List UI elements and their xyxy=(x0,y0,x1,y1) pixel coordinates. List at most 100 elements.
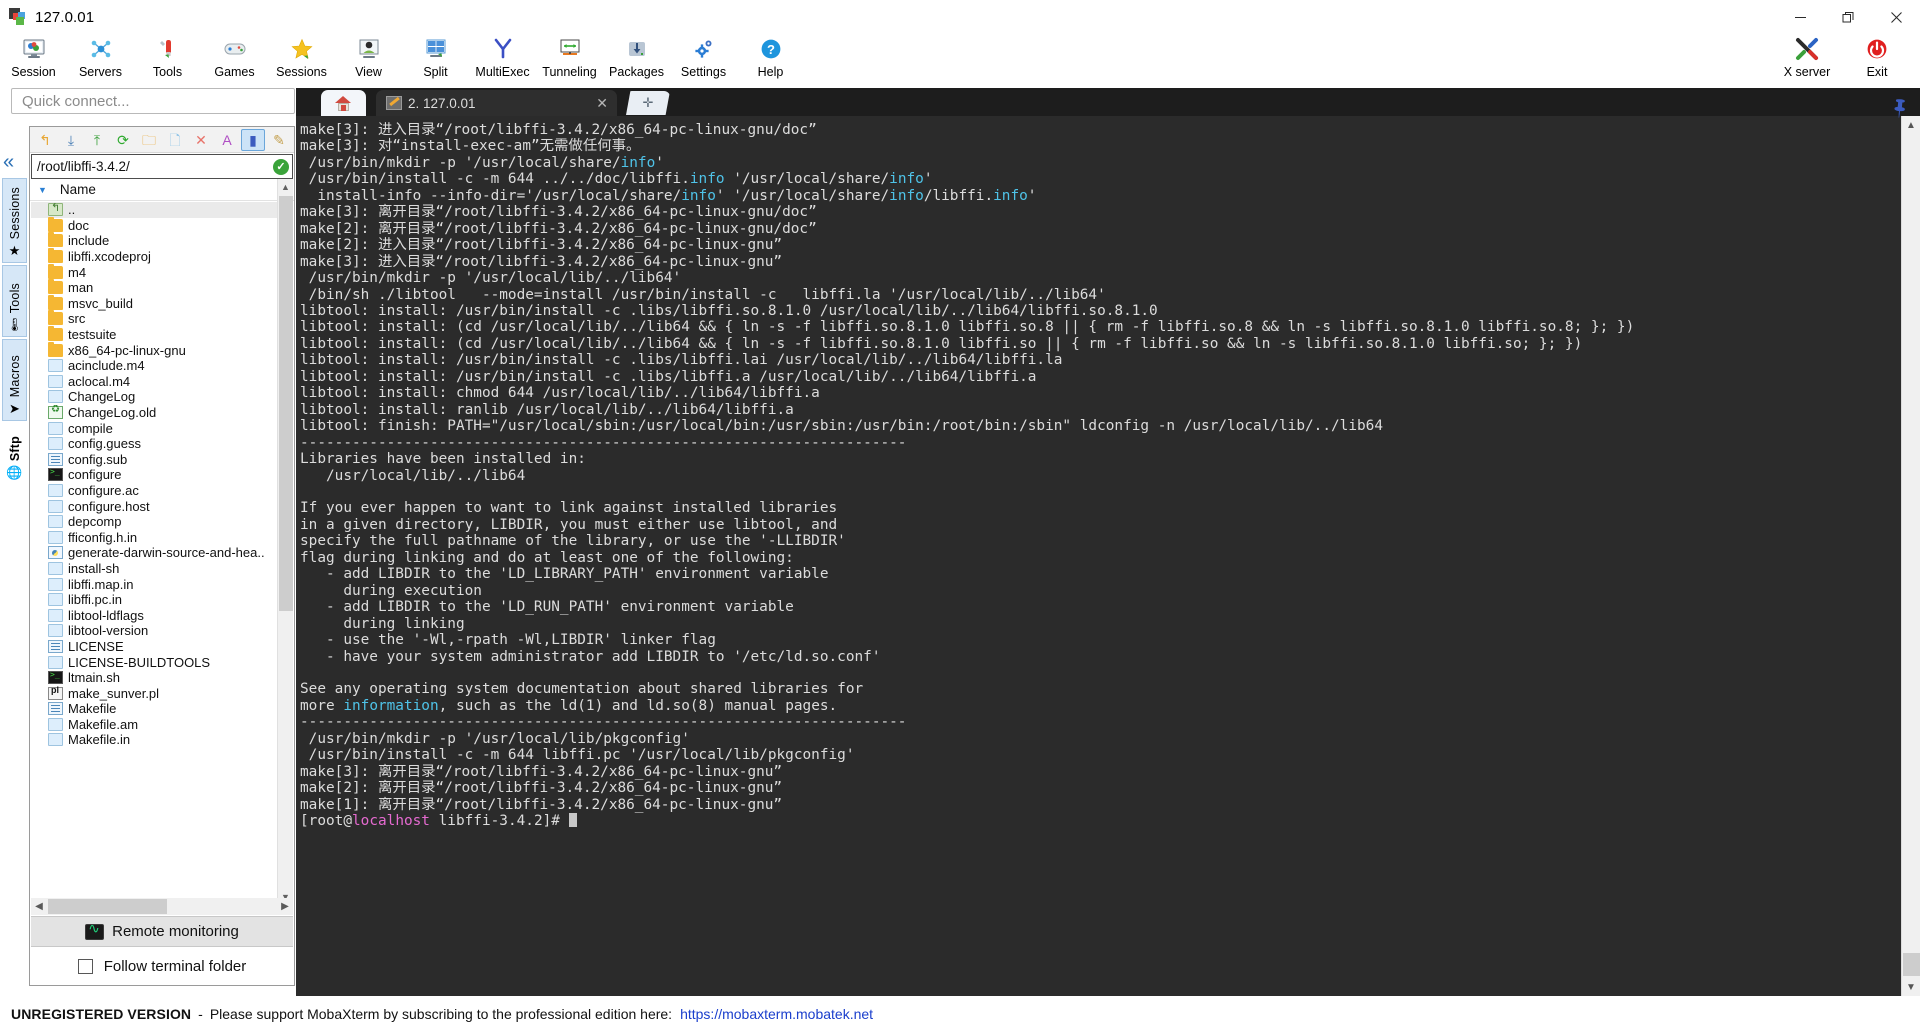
collapse-panel-icon[interactable]: « xyxy=(3,152,14,172)
file-list-item[interactable]: doc xyxy=(31,218,279,234)
file-list-item[interactable]: man xyxy=(31,280,279,296)
ribbon-button-tunneling[interactable]: Tunneling xyxy=(536,34,603,88)
ribbon-button-packages[interactable]: Packages xyxy=(603,34,670,88)
follow-terminal-folder-checkbox[interactable] xyxy=(78,959,93,974)
ribbon-button-exit[interactable]: Exit xyxy=(1842,34,1912,88)
file-list-item[interactable]: include xyxy=(31,233,279,249)
file-list-item[interactable]: msvc_build xyxy=(31,296,279,312)
file-list-item[interactable]: ChangeLog xyxy=(31,389,279,405)
terminal-cursor xyxy=(569,813,577,827)
terminal-output[interactable]: make[3]: 进入目录“/root/libffi-3.4.2/x86_64-… xyxy=(296,116,1901,996)
file-list-item[interactable]: depcomp xyxy=(31,514,279,530)
file-list-item[interactable]: Makefile.am xyxy=(31,717,279,733)
delete-icon[interactable]: ✕ xyxy=(189,129,213,151)
sftp-path-input[interactable]: /root/libffi-3.4.2/ ✓ xyxy=(31,154,293,179)
terminal-vertical-scrollbar[interactable]: ▲ ▼ xyxy=(1901,116,1920,996)
ribbon-button-servers[interactable]: Servers xyxy=(67,34,134,88)
mobaxterm-link[interactable]: https://mobaxterm.mobatek.net xyxy=(680,1006,873,1022)
ribbon-button-session[interactable]: Session xyxy=(0,34,67,88)
refresh-icon[interactable]: ⟳ xyxy=(111,129,135,151)
home-tab[interactable] xyxy=(321,90,366,116)
file-icon xyxy=(48,718,63,731)
file-list-item[interactable]: m4 xyxy=(31,264,279,280)
file-list-item[interactable]: libffi.pc.in xyxy=(31,592,279,608)
file-name: depcomp xyxy=(68,514,121,529)
text-mode-icon[interactable]: A xyxy=(215,129,239,151)
file-list-item[interactable]: configure.host xyxy=(31,498,279,514)
file-list-item[interactable]: .. xyxy=(31,202,279,218)
upload-icon[interactable]: ⤒ xyxy=(85,129,109,151)
ribbon-button-x-server[interactable]: X server xyxy=(1772,34,1842,88)
scroll-up-icon[interactable]: ▲ xyxy=(278,179,293,195)
file-list-item[interactable]: x86_64-pc-linux-gnu xyxy=(31,342,279,358)
quick-connect-input[interactable]: Quick connect... xyxy=(11,88,295,114)
terminal-text: /bin/sh ./libtool --mode=install /usr/bi… xyxy=(300,287,1106,303)
binary-mode-icon[interactable]: ▮ xyxy=(241,129,265,151)
new-file-icon[interactable]: 🗋 xyxy=(163,129,187,151)
ribbon-button-sessions[interactable]: Sessions xyxy=(268,34,335,88)
file-list-item[interactable]: config.guess xyxy=(31,436,279,452)
file-list-item[interactable]: libffi.xcodeproj xyxy=(31,249,279,265)
tab-session-127-0-0-1[interactable]: 2. 127.0.01 ✕ xyxy=(376,90,617,116)
file-list-item[interactable]: configure xyxy=(31,467,279,483)
sftp-column-header-name[interactable]: ▼ Name xyxy=(30,179,294,201)
new-tab-button[interactable]: ✛ xyxy=(626,91,670,115)
file-list-item[interactable]: LICENSE xyxy=(31,639,279,655)
file-list-item[interactable]: generate-darwin-source-and-hea.. xyxy=(31,545,279,561)
hscrollbar-thumb[interactable] xyxy=(48,899,167,914)
terminal-scroll-down-icon[interactable]: ▼ xyxy=(1902,978,1920,996)
file-list-item[interactable]: Makefile xyxy=(31,701,279,717)
sidebar-item-tools[interactable]: 🌡 Tools xyxy=(2,265,27,337)
sidebar-item-sessions[interactable]: ★ Sessions xyxy=(2,178,27,263)
ribbon-button-games[interactable]: Games xyxy=(201,34,268,88)
terminal-prompt-line[interactable]: [root@localhost libffi-3.4.2]# xyxy=(300,813,1901,829)
file-list-item[interactable]: testsuite xyxy=(31,327,279,343)
minimize-button[interactable] xyxy=(1776,0,1824,34)
file-list-item[interactable]: libtool-version xyxy=(31,623,279,639)
file-list-item[interactable]: fficonfig.h.in xyxy=(31,529,279,545)
file-list-item[interactable]: configure.ac xyxy=(31,483,279,499)
close-tab-icon[interactable]: ✕ xyxy=(596,95,608,112)
file-list-item[interactable]: LICENSE-BUILDTOOLS xyxy=(31,654,279,670)
follow-terminal-folder-row[interactable]: Follow terminal folder xyxy=(31,949,293,983)
file-list-item[interactable]: config.sub xyxy=(31,452,279,468)
scroll-left-icon[interactable]: ◀ xyxy=(31,901,47,912)
sftp-file-list[interactable]: ..docincludelibffi.xcodeprojm4manmsvc_bu… xyxy=(31,202,279,905)
sftp-vertical-scrollbar[interactable]: ▲ ▼ xyxy=(277,179,293,905)
file-list-item[interactable]: acinclude.m4 xyxy=(31,358,279,374)
file-list-item[interactable]: aclocal.m4 xyxy=(31,374,279,390)
terminal-text: '/usr/local/share/ xyxy=(725,171,890,187)
close-button[interactable] xyxy=(1872,0,1920,34)
file-list-item[interactable]: ltmain.sh xyxy=(31,670,279,686)
terminal-scrollbar-thumb[interactable] xyxy=(1903,953,1920,976)
ribbon-button-split[interactable]: Split xyxy=(402,34,469,88)
sidebar-item-sftp[interactable]: 🌐 Sftp xyxy=(2,423,27,485)
prompt-host: localhost xyxy=(352,813,430,829)
go-up-folder-icon[interactable]: ↰ xyxy=(33,129,57,151)
ribbon-button-settings[interactable]: Settings xyxy=(670,34,737,88)
ribbon-button-multiexec[interactable]: MultiExec xyxy=(469,34,536,88)
icon-glyph: ⟳ xyxy=(117,133,129,147)
download-icon[interactable]: ⤓ xyxy=(59,129,83,151)
ribbon-button-view[interactable]: View xyxy=(335,34,402,88)
file-list-item[interactable]: make_sunver.pl xyxy=(31,685,279,701)
edit-icon[interactable]: ✎ xyxy=(267,129,291,151)
new-folder-icon[interactable]: 🗀 xyxy=(137,129,161,151)
icon-glyph: ⤒ xyxy=(94,133,100,147)
file-list-item[interactable]: ChangeLog.old xyxy=(31,405,279,421)
maximize-button[interactable] xyxy=(1824,0,1872,34)
file-list-item[interactable]: Makefile.in xyxy=(31,732,279,748)
remote-monitoring-button[interactable]: Remote monitoring xyxy=(31,916,293,947)
scrollbar-thumb[interactable] xyxy=(279,196,293,611)
file-list-item[interactable]: libtool-ldflags xyxy=(31,607,279,623)
sftp-horizontal-scrollbar[interactable]: ◀ ▶ xyxy=(31,898,293,915)
scroll-right-icon[interactable]: ▶ xyxy=(277,901,293,912)
file-list-item[interactable]: install-sh xyxy=(31,561,279,577)
file-list-item[interactable]: libffi.map.in xyxy=(31,576,279,592)
ribbon-button-tools[interactable]: Tools xyxy=(134,34,201,88)
sidebar-item-macros[interactable]: ➤ Macros xyxy=(2,339,27,421)
file-list-item[interactable]: compile xyxy=(31,420,279,436)
file-list-item[interactable]: src xyxy=(31,311,279,327)
ribbon-button-help[interactable]: ? Help xyxy=(737,34,804,88)
tab-label: 2. 127.0.01 xyxy=(408,96,476,111)
